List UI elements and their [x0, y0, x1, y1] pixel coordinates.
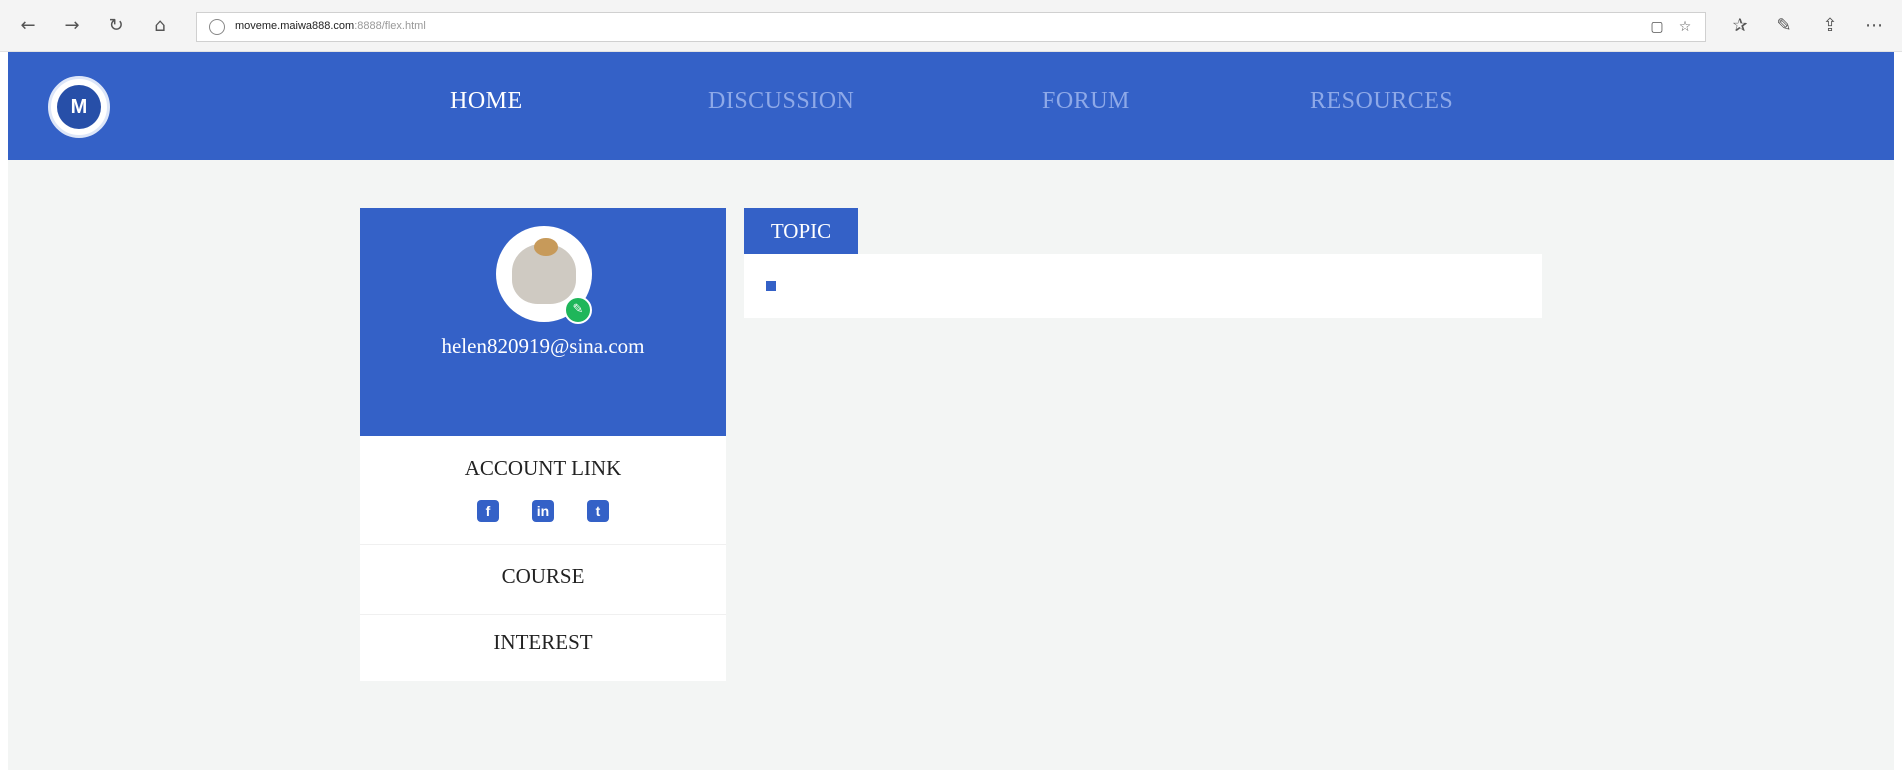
pencil-icon[interactable]: ✎	[564, 296, 592, 324]
reading-view-icon[interactable]: ▢	[1647, 17, 1667, 37]
favorites-icon[interactable]: ✰	[1728, 14, 1752, 38]
url-path: :8888/flex.html	[354, 20, 426, 32]
nav-discussion[interactable]: DISCUSSION	[708, 88, 854, 115]
facebook-icon[interactable]: f	[477, 500, 499, 522]
browser-toolbar: ← → ↻ ⌂ moveme.maiwa888.com:8888/flex.ht…	[0, 0, 1902, 52]
home-icon[interactable]: ⌂	[148, 14, 172, 38]
divider	[360, 544, 726, 545]
site-header: M HOME DISCUSSION FORUM RESOURCES	[8, 52, 1894, 160]
nav-forum[interactable]: FORUM	[1042, 88, 1130, 115]
more-icon[interactable]: ⋯	[1862, 14, 1886, 38]
sidebar-menu: ACCOUNT LINK f in t COURSE INTEREST	[360, 436, 726, 681]
linkedin-icon[interactable]: in	[532, 500, 554, 522]
forward-icon[interactable]: →	[60, 14, 84, 38]
list-bullet	[766, 281, 776, 291]
pen-icon[interactable]: ✎	[1772, 14, 1796, 38]
site-logo[interactable]: M	[48, 76, 110, 138]
share-icon[interactable]: ⇪	[1818, 14, 1842, 38]
twitter-icon[interactable]: t	[587, 500, 609, 522]
favorite-star-icon[interactable]: ☆	[1675, 17, 1695, 37]
profile-card: ✎ helen820919@sina.com	[360, 208, 726, 436]
menu-item-course[interactable]: COURSE	[360, 564, 726, 589]
address-bar[interactable]: moveme.maiwa888.com:8888/flex.html ▢ ☆	[196, 12, 1706, 42]
refresh-icon[interactable]: ↻	[104, 14, 128, 38]
divider	[360, 614, 726, 615]
url-text: moveme.maiwa888.com:8888/flex.html	[235, 20, 426, 32]
nav-resources[interactable]: RESOURCES	[1310, 88, 1453, 115]
avatar-detail	[534, 238, 558, 256]
topic-panel	[744, 254, 1542, 318]
back-icon[interactable]: ←	[16, 14, 40, 38]
user-email: helen820919@sina.com	[441, 334, 645, 358]
tab-topic[interactable]: TOPIC	[744, 208, 858, 254]
page-viewport: M HOME DISCUSSION FORUM RESOURCES ✎ hele…	[8, 52, 1894, 770]
site-info-icon[interactable]	[209, 19, 225, 35]
menu-item-interest[interactable]: INTEREST	[360, 630, 726, 655]
url-host: moveme.maiwa888.com	[235, 20, 355, 32]
logo-mark: M	[57, 85, 101, 129]
account-link-heading: ACCOUNT LINK	[464, 456, 622, 480]
nav-home[interactable]: HOME	[450, 88, 523, 115]
